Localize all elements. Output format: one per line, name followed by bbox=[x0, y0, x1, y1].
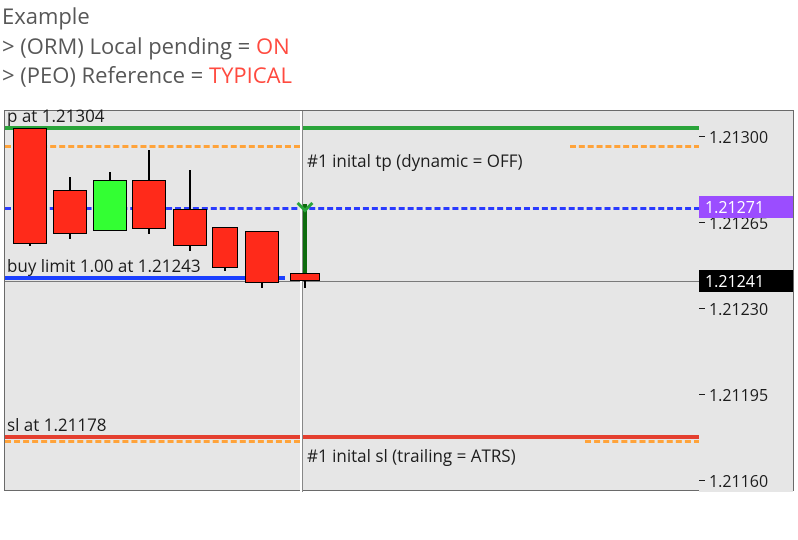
time-cursor[interactable] bbox=[300, 111, 302, 492]
chart-label: buy limit 1.00 at 1.21243 bbox=[7, 254, 201, 277]
hline-tp-annot bbox=[5, 145, 300, 148]
candle-body[interactable] bbox=[212, 227, 238, 269]
header-line2: > (PEO) Reference = TYPICAL bbox=[2, 61, 796, 91]
axis-tick-label: 1.21160 bbox=[709, 470, 768, 492]
axis-tick-mark bbox=[699, 222, 705, 223]
axis-tick-label: 1.21300 bbox=[709, 126, 768, 148]
entry-marker bbox=[303, 204, 307, 273]
axis-tick-label: 1.21195 bbox=[709, 384, 768, 406]
axis-tick-mark bbox=[699, 394, 705, 395]
chart-label: sl at 1.21178 bbox=[7, 413, 107, 436]
hline-sl-annot bbox=[5, 440, 300, 443]
price-badge: 1.21241 bbox=[699, 270, 793, 292]
page-root: Example > (ORM) Local pending = ON > (PE… bbox=[0, 0, 798, 540]
candle-body[interactable] bbox=[132, 180, 166, 229]
candle-body[interactable] bbox=[93, 180, 127, 232]
axis-tick-mark bbox=[699, 480, 705, 481]
hline-tp-annot-r bbox=[570, 145, 700, 148]
chart-container[interactable]: p at 1.21304#1 inital tp (dynamic = OFF)… bbox=[4, 110, 794, 491]
hline-sl bbox=[5, 435, 700, 439]
header-line1-prefix: > (ORM) Local pending = bbox=[2, 31, 256, 61]
axis-tick-label: 1.21230 bbox=[709, 298, 768, 320]
candle-body[interactable] bbox=[13, 128, 47, 244]
hline-tp bbox=[5, 126, 700, 130]
header-title: Example bbox=[2, 2, 796, 32]
header-line2-prefix: > (PEO) Reference = bbox=[2, 60, 209, 90]
hline-current bbox=[5, 281, 700, 282]
candle-body[interactable] bbox=[245, 231, 279, 283]
chart-label: #1 inital sl (trailing = ATRS) bbox=[307, 444, 516, 467]
price-badge: 1.21271 bbox=[699, 196, 793, 218]
candle-body[interactable] bbox=[290, 273, 320, 280]
header-line1: > (ORM) Local pending = ON bbox=[2, 32, 796, 62]
axis-tick-mark bbox=[699, 136, 705, 137]
chart-label: #1 inital tp (dynamic = OFF) bbox=[307, 149, 523, 172]
price-axis: 1.213001.212651.212301.211951.211601.212… bbox=[699, 111, 793, 492]
header-line2-value: TYPICAL bbox=[209, 60, 292, 90]
header-line1-value: ON bbox=[256, 31, 290, 61]
candle-body[interactable] bbox=[53, 190, 87, 234]
candle-body[interactable] bbox=[173, 209, 207, 246]
example-header: Example > (ORM) Local pending = ON > (PE… bbox=[0, 0, 798, 97]
axis-tick-mark bbox=[699, 308, 705, 309]
chart-label: p at 1.21304 bbox=[7, 104, 105, 127]
hline-sl-annot-r bbox=[585, 440, 700, 443]
chart-plot[interactable]: p at 1.21304#1 inital tp (dynamic = OFF)… bbox=[5, 111, 700, 492]
